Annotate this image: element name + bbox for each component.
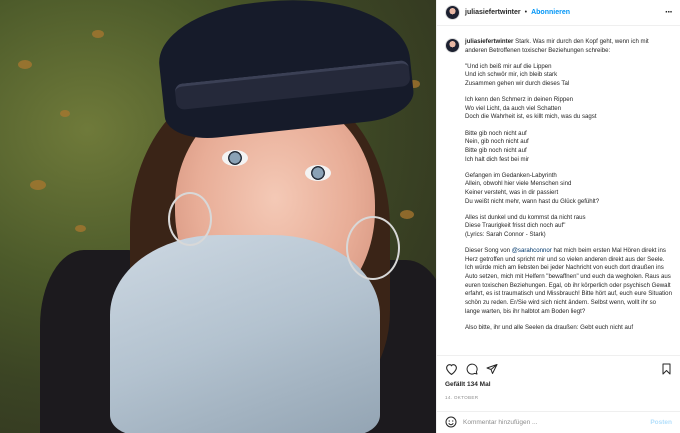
like-count[interactable]: Gefällt 134 Mal [437, 381, 680, 393]
post-date[interactable]: 14. Oktober [437, 393, 680, 411]
lyric-line: Gefangen im Gedanken-Labyrinth [465, 171, 557, 179]
avatar[interactable] [445, 38, 460, 53]
scarf [110, 235, 380, 433]
lyric-line: Bitte gib noch nicht auf [465, 129, 527, 137]
lyric-line: Zusammen gehen wir durch dieses Tal [465, 80, 570, 88]
lyric-line: Bitte gib noch nicht auf [465, 146, 527, 154]
right-eye [305, 165, 331, 181]
leaf-decoration [92, 30, 104, 38]
post-side-panel: juliasiefertwinter • Abonnieren ··· juli… [436, 0, 680, 433]
bookmark-icon[interactable] [661, 363, 672, 375]
caption: juliasiefertwinter Stark. Was mir durch … [465, 38, 672, 355]
lyrics-stanza-5: Alles ist dunkel und du kommst da nicht … [465, 214, 672, 240]
mention-link[interactable]: @sarahconnor [512, 247, 552, 254]
follow-button[interactable]: Abonnieren [531, 9, 570, 16]
lyrics-stanza-2: Ich kenn den Schmerz in deinen Rippen Wo… [465, 96, 672, 122]
caption-paragraph: Dieser Song von @sarahconnor hat mich be… [465, 247, 672, 316]
lyric-line: "Und ich beiß mir auf die Lippen [465, 62, 552, 70]
lyrics-stanza-3: Bitte gib noch nicht auf Nein, gib noch … [465, 130, 672, 165]
right-earring [346, 216, 400, 280]
leaf-decoration [30, 180, 46, 190]
lyric-line: Keiner versteht, was in dir passiert [465, 188, 559, 196]
header-username[interactable]: juliasiefertwinter [465, 9, 521, 16]
caption-username[interactable]: juliasiefertwinter [465, 38, 513, 45]
action-bar [437, 355, 680, 381]
post-photo[interactable] [0, 0, 436, 433]
instagram-post: juliasiefertwinter • Abonnieren ··· juli… [0, 0, 680, 433]
left-eye [222, 150, 248, 166]
lyric-line: Und ich schwör mir, ich bleib stark [465, 71, 558, 79]
paper-plane-icon[interactable] [486, 363, 498, 375]
leaf-decoration [60, 110, 70, 117]
post-header: juliasiefertwinter • Abonnieren ··· [437, 0, 680, 26]
lyrics-stanza-4: Gefangen im Gedanken-Labyrinth Allein, o… [465, 172, 672, 207]
lyric-line: (Lyrics: Sarah Connor - Stark) [465, 231, 546, 239]
avatar[interactable] [445, 5, 460, 20]
post-comment-button[interactable]: Posten [650, 419, 672, 426]
comment-box: Kommentar hinzufügen ... Posten [437, 411, 680, 433]
more-options-icon[interactable]: ··· [665, 7, 673, 18]
lyric-line: Alles ist dunkel und du kommst da nicht … [465, 213, 586, 221]
comment-input[interactable]: Kommentar hinzufügen ... [463, 419, 537, 426]
leaf-decoration [400, 210, 414, 219]
lyric-line: Ich kenn den Schmerz in deinen Rippen [465, 96, 574, 104]
lyric-line: Diese Traurigkeit frisst dich noch auf" [465, 222, 566, 230]
smiley-icon[interactable] [445, 416, 457, 430]
lyric-line: Doch die Wahrheit ist, es killt mich, wa… [465, 113, 597, 121]
left-earring [168, 192, 212, 246]
comment-bubble-icon[interactable] [466, 363, 478, 375]
paragraph-text: hat mich beim ersten Mal Hören direkt in… [465, 247, 672, 315]
lyrics-stanza-1: "Und ich beiß mir auf die Lippen Und ich… [465, 63, 672, 89]
caption-cut-line: Also bitte, ihr und alle Seelen da drauß… [465, 323, 634, 331]
leaf-decoration [18, 60, 32, 69]
leaf-decoration [75, 225, 86, 232]
lyric-line: Ich halt dich fest bei mir [465, 155, 530, 163]
separator-dot: • [524, 9, 528, 16]
heart-icon[interactable] [445, 363, 458, 375]
paragraph-text: Dieser Song von [465, 247, 512, 255]
lyric-line: Wo viel Licht, da auch viel Schatten [465, 104, 562, 112]
lyric-line: Du weißt nicht mehr, wann hast du Glück … [465, 197, 600, 205]
lyric-line: Nein, gib noch nicht auf [465, 138, 529, 146]
caption-intro: juliasiefertwinter Stark. Was mir durch … [465, 38, 672, 55]
comments-area[interactable]: juliasiefertwinter Stark. Was mir durch … [437, 26, 680, 355]
lyric-line: Allein, obwohl hier viele Menschen sind [465, 180, 572, 188]
